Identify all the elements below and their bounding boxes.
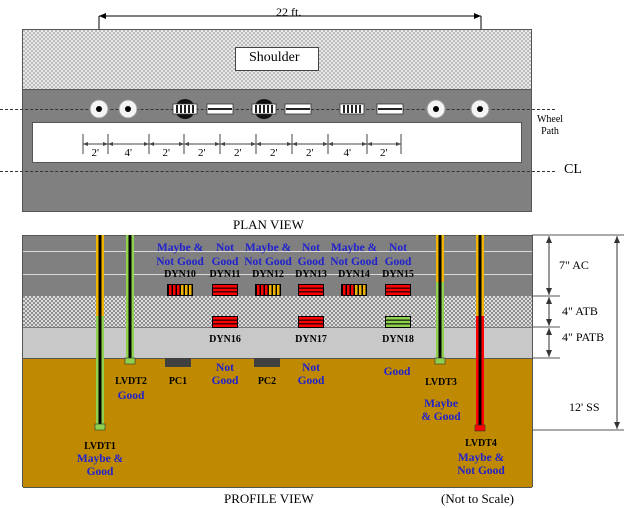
layer-label-ac: 7" AC xyxy=(559,258,589,272)
layer-label-atb: 4" ATB xyxy=(562,304,598,318)
not-to-scale-note: (Not to Scale) xyxy=(441,491,514,506)
layer-label-patb: 4" PATB xyxy=(562,330,605,344)
layer-dimension-panel xyxy=(532,234,624,431)
layer-label-ss: 12' SS xyxy=(569,400,600,414)
profile-view-title: PROFILE VIEW xyxy=(224,491,314,506)
